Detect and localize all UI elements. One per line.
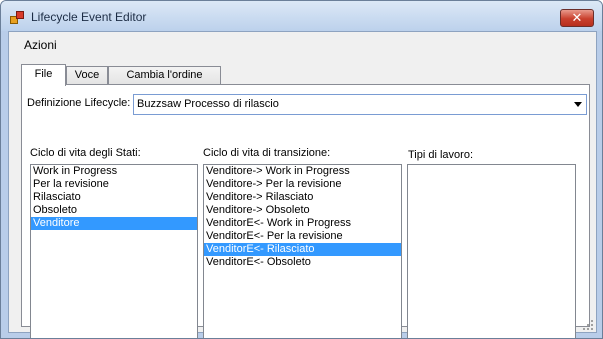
tab-panel-file: Definizione Lifecycle: Buzzsaw Processo … [21,84,590,338]
menu-bar: Azioni [9,32,596,56]
tab-voce[interactable]: Voce [66,66,108,84]
list-item[interactable]: Work in Progress [31,165,197,178]
list-item[interactable]: Venditore-> Per la revisione [204,178,401,191]
list-item[interactable]: Venditore-> Rilasciato [204,191,401,204]
resize-grip-icon[interactable] [583,320,593,330]
list-item[interactable]: VenditorE<- Obsoleto [204,256,401,269]
transitions-label: Ciclo di vita di transizione: [203,147,331,159]
list-item[interactable]: Obsoleto [31,204,197,217]
list-item[interactable]: Venditore [31,217,197,230]
work-types-listbox[interactable] [407,164,576,338]
client-area: Azioni File Voce Cambia l'ordine Definiz… [8,31,597,338]
tab-cambia-ordine[interactable]: Cambia l'ordine [108,66,221,84]
list-item[interactable]: Venditore-> Work in Progress [204,165,401,178]
lifecycle-dropdown[interactable]: Buzzsaw Processo di rilascio [133,94,587,115]
close-button[interactable]: ✕ [560,9,594,27]
list-item[interactable]: Per la revisione [31,178,197,191]
states-label: Ciclo di vita degli Stati: [30,147,141,159]
list-item[interactable]: VenditorE<- Per la revisione [204,230,401,243]
tab-file[interactable]: File [21,64,66,86]
list-item[interactable]: VenditorE<- Rilasciato [204,243,401,256]
work-types-label: Tipi di lavoro: [408,149,474,161]
transitions-listbox[interactable]: Venditore-> Work in Progress Venditore-> … [203,164,402,338]
list-item[interactable]: Rilasciato [31,191,197,204]
lifecycle-dropdown-value: Buzzsaw Processo di rilascio [137,98,279,110]
app-icon [10,11,24,24]
chevron-down-icon[interactable] [574,102,582,107]
states-listbox[interactable]: Work in Progress Per la revisione Rilascia… [30,164,198,338]
list-item[interactable]: Venditore-> Obsoleto [204,204,401,217]
app-window: Lifecycle Event Editor ✕ Azioni File Voc… [0,0,603,339]
menu-item-azioni[interactable]: Azioni [24,38,57,52]
list-item[interactable]: VenditorE<- Work in Progress [204,217,401,230]
window-title: Lifecycle Event Editor [31,10,147,24]
lifecycle-label: Definizione Lifecycle: [27,97,131,109]
title-bar[interactable]: Lifecycle Event Editor ✕ [1,1,602,31]
